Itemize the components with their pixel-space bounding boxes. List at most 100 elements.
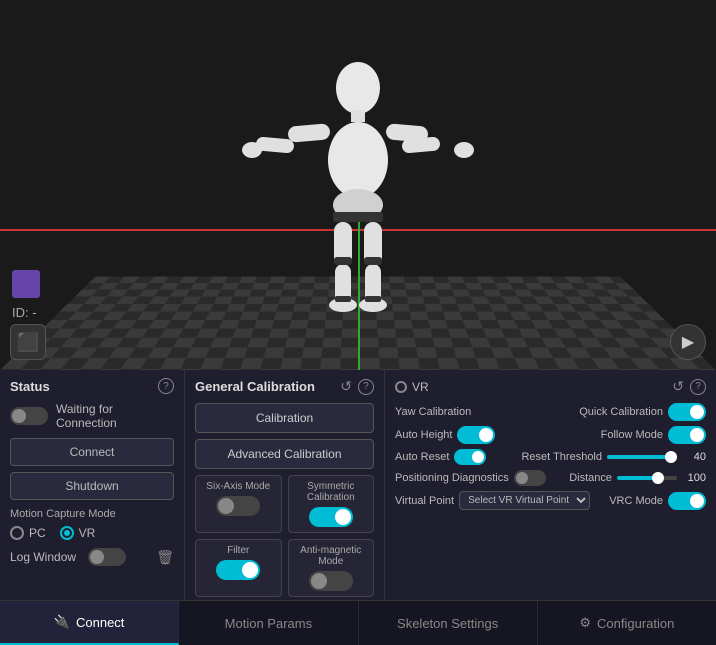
six-axis-toggle-wrap [202, 496, 275, 516]
quick-calibration-toggle[interactable] [668, 403, 706, 421]
auto-height-follow-row: Auto Height Follow Mode [395, 426, 706, 444]
connection-status-label: Waiting for Connection [56, 402, 174, 430]
positioning-diagnostics-item: Positioning Diagnostics [395, 470, 546, 486]
tab-configuration[interactable]: ⚙ Configuration [538, 601, 716, 645]
auto-reset-label: Auto Reset [395, 451, 449, 463]
distance-item: Distance 100 [569, 472, 706, 484]
vrc-mode-label: VRC Mode [609, 495, 663, 507]
cube-button[interactable]: ⬛ [10, 324, 46, 360]
positioning-diagnostics-label: Positioning Diagnostics [395, 472, 509, 484]
filter-controls-row: Filter Anti-magnetic Mode [195, 539, 374, 597]
advanced-refresh-icon[interactable]: ↺ [672, 378, 684, 395]
distance-slider[interactable] [617, 476, 677, 480]
vr-dot-icon [395, 381, 407, 393]
calibration-refresh-icon[interactable]: ↺ [340, 378, 352, 395]
tab-connect-label: Connect [76, 615, 124, 630]
pc-label: PC [29, 526, 46, 540]
quick-calibration-item: Quick Calibration [579, 403, 706, 421]
gear-icon: ⚙ [579, 615, 591, 631]
pc-radio[interactable]: PC [10, 526, 46, 540]
3d-viewport: ID: - ⬛ ▶ [0, 0, 716, 370]
tab-skeleton-settings[interactable]: Skeleton Settings [359, 601, 538, 645]
filter-label: Filter [202, 545, 275, 556]
advanced-header-icons: ↺ ? [672, 378, 706, 395]
purple-indicator [12, 270, 40, 298]
tab-connect[interactable]: 🔌 Connect [0, 601, 179, 645]
status-panel-header: Status ? [10, 378, 174, 394]
advanced-calibration-button[interactable]: Advanced Calibration [195, 439, 374, 469]
pc-radio-circle [10, 526, 24, 540]
distance-label: Distance [569, 472, 612, 484]
log-window-label: Log Window [10, 550, 76, 564]
calibration-panel-header: General Calibration ↺ ? [195, 378, 374, 395]
log-window-toggle[interactable] [88, 548, 126, 566]
tab-configuration-label: Configuration [597, 616, 674, 631]
symmetric-label: Symmetric Calibration [295, 481, 368, 503]
virtual-point-item: Virtual Point Select VR Virtual Point [395, 491, 590, 510]
reset-threshold-label: Reset Threshold [521, 451, 602, 463]
tab-motion-params[interactable]: Motion Params [179, 601, 358, 645]
yaw-calibration-row: Yaw Calibration Quick Calibration [395, 403, 706, 421]
calibration-button[interactable]: Calibration [195, 403, 374, 433]
filter-box: Filter [195, 539, 282, 597]
advanced-panel: VR ↺ ? Yaw Calibration Quick Calibration… [385, 370, 716, 600]
virtual-point-label: Virtual Point [395, 495, 454, 507]
vr-label: VR [79, 526, 96, 540]
bottom-tabs: 🔌 Connect Motion Params Skeleton Setting… [0, 600, 716, 645]
vr-radio[interactable]: VR [60, 526, 96, 540]
filter-toggle[interactable] [216, 560, 260, 580]
follow-mode-item: Follow Mode [601, 426, 706, 444]
anti-magnetic-label: Anti-magnetic Mode [295, 545, 368, 567]
status-title: Status [10, 379, 50, 394]
calibration-info-icon[interactable]: ? [358, 379, 374, 395]
log-window-row: Log Window 🗑 [10, 548, 174, 566]
follow-mode-label: Follow Mode [601, 429, 663, 441]
vrc-mode-item: VRC Mode [609, 492, 706, 510]
play-button[interactable]: ▶ [670, 324, 706, 360]
follow-mode-toggle[interactable] [668, 426, 706, 444]
symmetric-toggle[interactable] [309, 507, 353, 527]
positioning-row: Positioning Diagnostics Distance 100 [395, 470, 706, 486]
advanced-info-icon[interactable]: ? [690, 379, 706, 395]
avatar [238, 50, 478, 330]
vr-radio-circle [60, 526, 74, 540]
auto-reset-row: Auto Reset Reset Threshold 40 [395, 449, 706, 465]
tab-skeleton-settings-label: Skeleton Settings [397, 616, 498, 631]
distance-value: 100 [682, 472, 706, 484]
positioning-diagnostics-toggle[interactable] [514, 470, 546, 486]
yaw-calibration-label: Yaw Calibration [395, 406, 471, 418]
motion-mode-radio-row: PC VR [10, 526, 174, 540]
plug-icon: 🔌 [54, 614, 70, 630]
shutdown-button[interactable]: Shutdown [10, 472, 174, 500]
auto-height-item: Auto Height [395, 426, 495, 444]
auto-reset-toggle[interactable] [454, 449, 486, 465]
vr-badge-label: VR [412, 380, 429, 394]
auto-height-label: Auto Height [395, 429, 452, 441]
six-axis-label: Six-Axis Mode [202, 481, 275, 492]
calibration-title: General Calibration [195, 379, 315, 394]
six-axis-toggle[interactable] [216, 496, 260, 516]
vr-badge: VR [395, 380, 429, 394]
auto-height-toggle[interactable] [457, 426, 495, 444]
tab-motion-params-label: Motion Params [225, 616, 312, 631]
quick-calibration-label: Quick Calibration [579, 406, 663, 418]
status-panel: Status ? Waiting for Connection Connect … [0, 370, 185, 600]
anti-magnetic-toggle[interactable] [309, 571, 353, 591]
connect-button[interactable]: Connect [10, 438, 174, 466]
anti-magnetic-toggle-wrap [295, 571, 368, 591]
yaw-calibration-item: Yaw Calibration [395, 406, 471, 418]
anti-magnetic-box: Anti-magnetic Mode [288, 539, 375, 597]
auto-reset-item: Auto Reset [395, 449, 486, 465]
id-label: ID: - [12, 305, 37, 320]
connection-toggle-row: Waiting for Connection [10, 402, 174, 430]
mode-controls-row: Six-Axis Mode Symmetric Calibration [195, 475, 374, 533]
reset-threshold-slider[interactable] [607, 455, 677, 459]
reset-threshold-item: Reset Threshold 40 [521, 451, 706, 463]
vrc-mode-toggle[interactable] [668, 492, 706, 510]
virtual-point-select[interactable]: Select VR Virtual Point [459, 491, 590, 510]
reset-threshold-value: 40 [682, 451, 706, 463]
connection-toggle[interactable] [10, 407, 48, 425]
trash-icon[interactable]: 🗑 [156, 549, 174, 566]
status-info-icon[interactable]: ? [158, 378, 174, 394]
six-axis-mode-box: Six-Axis Mode [195, 475, 282, 533]
